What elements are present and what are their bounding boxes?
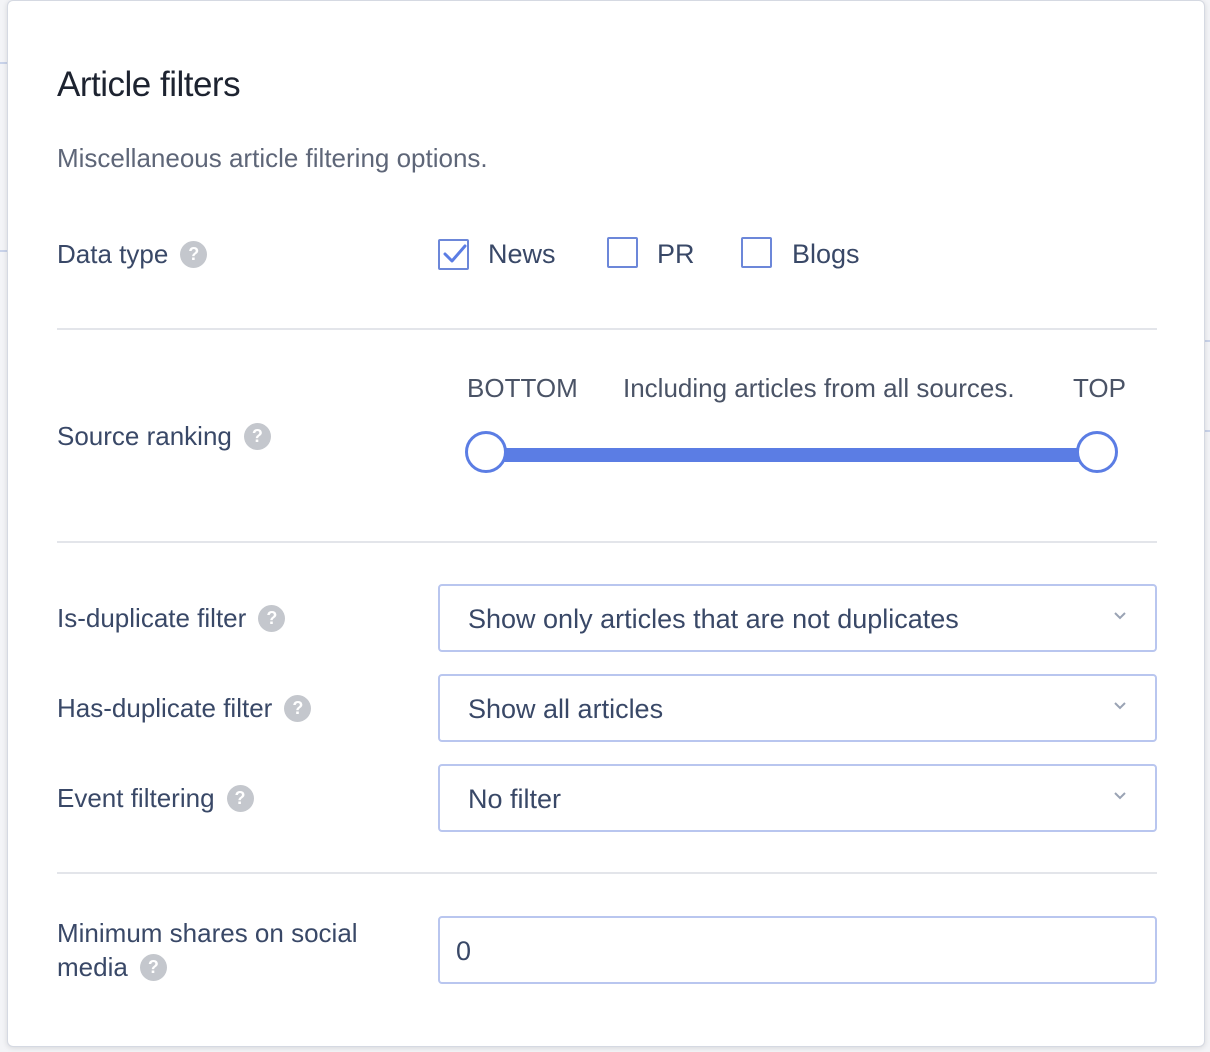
- is-duplicate-label: Is-duplicate filter: [57, 603, 247, 633]
- source-ranking-label: Source ranking: [57, 421, 232, 451]
- data-type-row-label: Data type?: [57, 239, 208, 270]
- checkmark-icon: [443, 244, 467, 263]
- blogs-checkbox-label[interactable]: Blogs: [792, 239, 860, 270]
- blogs-checkbox[interactable]: [741, 237, 772, 268]
- news-checkbox-label[interactable]: News: [488, 239, 556, 270]
- min-shares-label-line2: media: [57, 952, 128, 982]
- pr-checkbox[interactable]: [607, 237, 638, 268]
- help-icon[interactable]: ?: [180, 241, 208, 268]
- chevron-down-icon: [1114, 792, 1126, 800]
- dialog-title: Article filters: [57, 65, 241, 104]
- has-duplicate-select[interactable]: Show all articles: [438, 674, 1157, 742]
- help-icon[interactable]: ?: [243, 423, 271, 450]
- dialog-subtitle: Miscellaneous article filtering options.: [57, 143, 488, 173]
- is-duplicate-selected-value: Show only articles that are not duplicat…: [468, 604, 959, 634]
- background-divider: [0, 250, 7, 252]
- slider-min-handle[interactable]: [465, 431, 507, 473]
- pr-checkbox-label[interactable]: PR: [657, 239, 695, 270]
- help-icon[interactable]: ?: [226, 785, 254, 812]
- has-duplicate-label: Has-duplicate filter: [57, 693, 273, 723]
- slider-bottom-label: BOTTOM: [467, 373, 578, 403]
- source-ranking-row-label: Source ranking?: [57, 421, 271, 452]
- news-checkbox[interactable]: [438, 239, 469, 270]
- help-icon[interactable]: ?: [284, 695, 312, 722]
- section-divider: [57, 328, 1157, 330]
- min-shares-label-line1: Minimum shares on social: [57, 918, 358, 948]
- section-divider: [57, 541, 1157, 543]
- slider-status-text: Including articles from all sources.: [623, 373, 1015, 403]
- min-shares-value: 0: [456, 936, 472, 966]
- event-filtering-row-label: Event filtering?: [57, 783, 254, 814]
- help-icon[interactable]: ?: [139, 954, 167, 981]
- min-shares-label-line2-row: media?: [57, 952, 167, 983]
- is-duplicate-select[interactable]: Show only articles that are not duplicat…: [438, 584, 1157, 652]
- background-divider: [1205, 340, 1210, 342]
- chevron-down-icon: [1114, 702, 1126, 710]
- has-duplicate-selected-value: Show all articles: [468, 694, 664, 724]
- chevron-down-icon: [1114, 612, 1126, 620]
- slider-top-label: TOP: [1073, 373, 1126, 403]
- has-duplicate-row-label: Has-duplicate filter?: [57, 693, 312, 724]
- source-ranking-slider-track[interactable]: [488, 448, 1100, 462]
- event-filtering-select[interactable]: No filter: [438, 764, 1157, 832]
- article-filters-dialog: Article filters Miscellaneous article fi…: [7, 0, 1205, 1047]
- data-type-label: Data type: [57, 239, 169, 269]
- help-icon[interactable]: ?: [258, 605, 286, 632]
- section-divider: [57, 872, 1157, 874]
- background-divider: [1205, 430, 1210, 432]
- is-duplicate-row-label: Is-duplicate filter?: [57, 603, 286, 634]
- slider-max-handle[interactable]: [1076, 431, 1118, 473]
- event-filtering-selected-value: No filter: [468, 784, 562, 814]
- min-shares-input[interactable]: 0: [438, 916, 1157, 984]
- event-filtering-label: Event filtering: [57, 783, 215, 813]
- background-divider: [0, 62, 7, 64]
